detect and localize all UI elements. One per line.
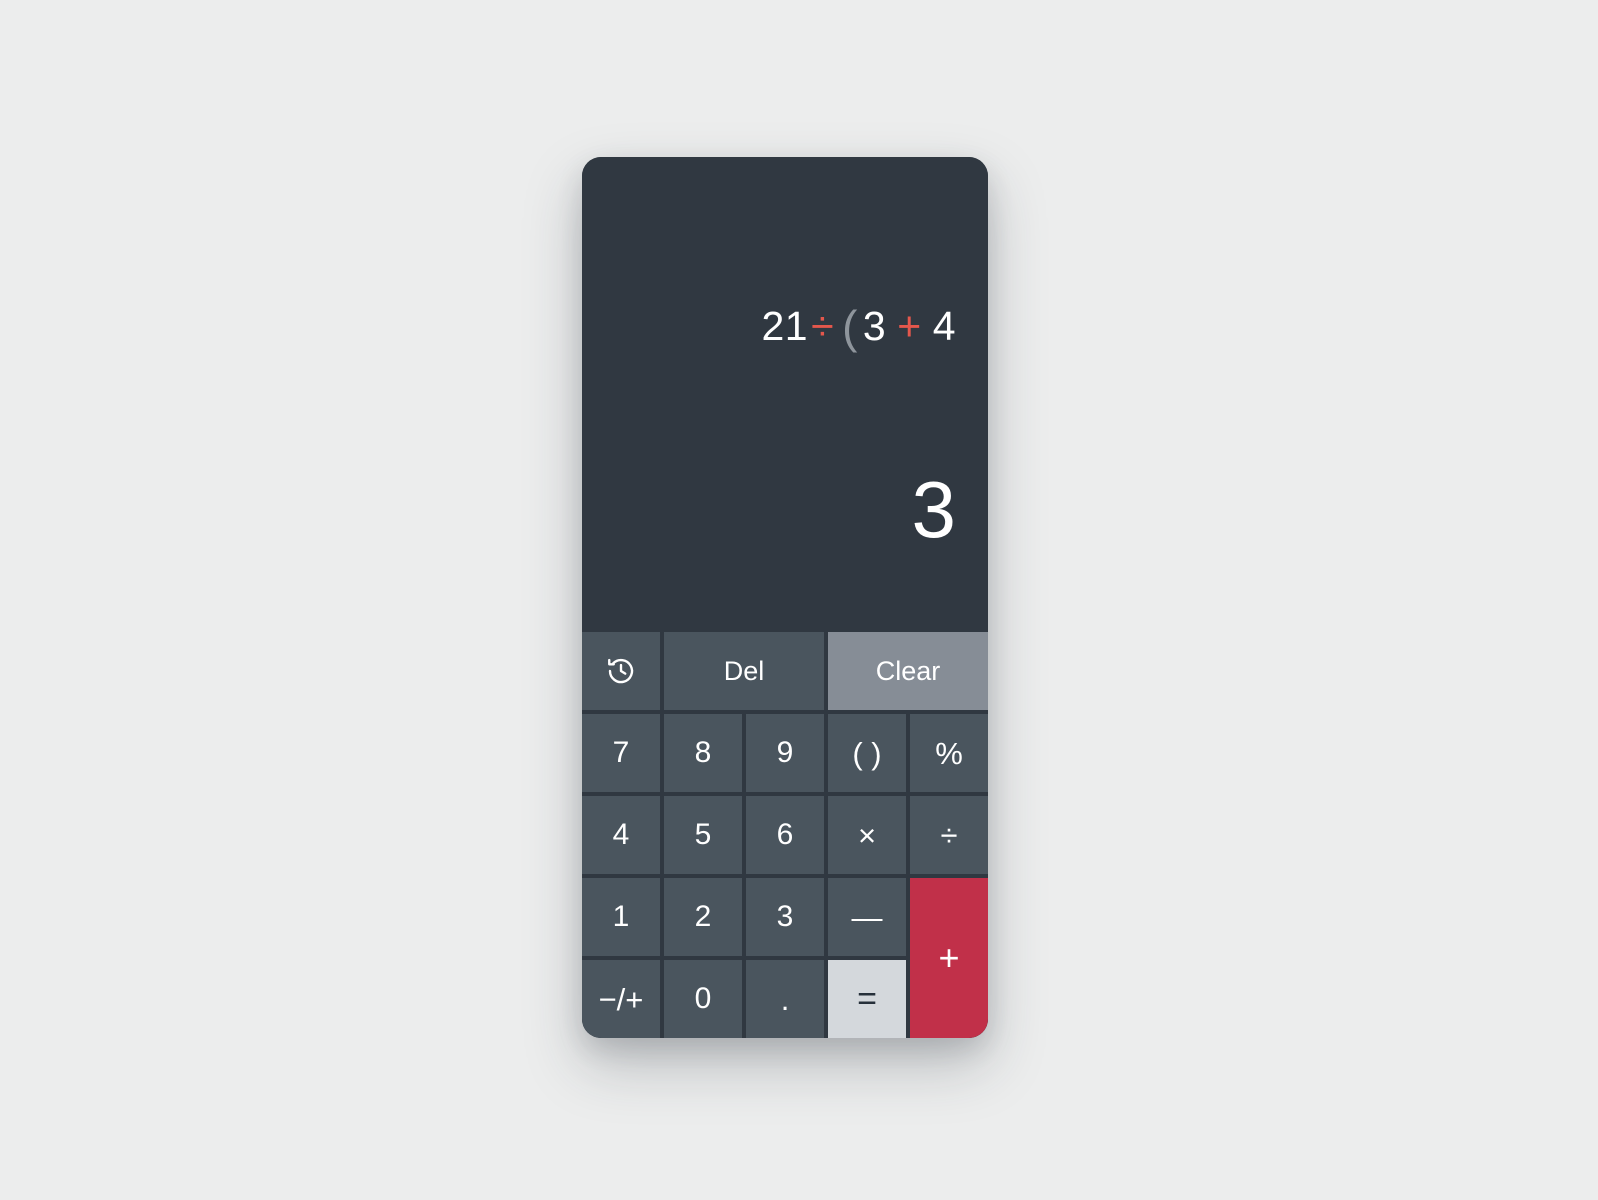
expression-token-operator-plus: + (897, 303, 922, 349)
calculator-card: 21÷(3 +4 3 Del Clear 7 8 9 () % 4 5 6 ×… (582, 157, 988, 1038)
expression-token-operator-divide: ÷ (811, 303, 835, 349)
key-3[interactable]: 3 (746, 878, 824, 956)
key-1[interactable]: 1 (582, 878, 660, 956)
key-sign-toggle[interactable]: −/+ (582, 960, 660, 1038)
result-value: 3 (911, 465, 957, 554)
expression-line: 21÷(3 +4 (761, 301, 956, 353)
key-2[interactable]: 2 (664, 878, 742, 956)
key-4[interactable]: 4 (582, 796, 660, 874)
key-subtract[interactable]: — (828, 878, 906, 956)
history-icon (606, 656, 636, 686)
history-button[interactable] (582, 632, 660, 710)
key-equals[interactable]: = (828, 960, 906, 1038)
key-5[interactable]: 5 (664, 796, 742, 874)
key-0[interactable]: 0 (664, 960, 742, 1038)
expression-token-open-paren: ( (842, 301, 858, 353)
key-9[interactable]: 9 (746, 714, 824, 792)
key-7[interactable]: 7 (582, 714, 660, 792)
key-6[interactable]: 6 (746, 796, 824, 874)
key-8[interactable]: 8 (664, 714, 742, 792)
key-percent[interactable]: % (910, 714, 988, 792)
expression-token-number-21: 21 (761, 303, 809, 349)
key-multiply[interactable]: × (828, 796, 906, 874)
expression-token-number-3: 3 (862, 303, 887, 349)
clear-button[interactable]: Clear (828, 632, 988, 710)
calculator-keypad: Del Clear 7 8 9 ( ) % 4 5 6 × ÷ 1 2 3 — … (582, 632, 988, 1038)
key-divide[interactable]: ÷ (910, 796, 988, 874)
calculator-display: 21÷(3 +4 3 (582, 157, 988, 632)
delete-button[interactable]: Del (664, 632, 824, 710)
key-add[interactable]: + (910, 878, 988, 1038)
expression-token-number-4: 4 (932, 303, 956, 349)
key-decimal[interactable]: . (746, 960, 824, 1038)
key-parentheses[interactable]: ( ) (828, 714, 906, 792)
page-background: 21÷(3 +4 3 Del Clear 7 8 9 () % 4 5 6 ×… (0, 0, 1598, 1200)
